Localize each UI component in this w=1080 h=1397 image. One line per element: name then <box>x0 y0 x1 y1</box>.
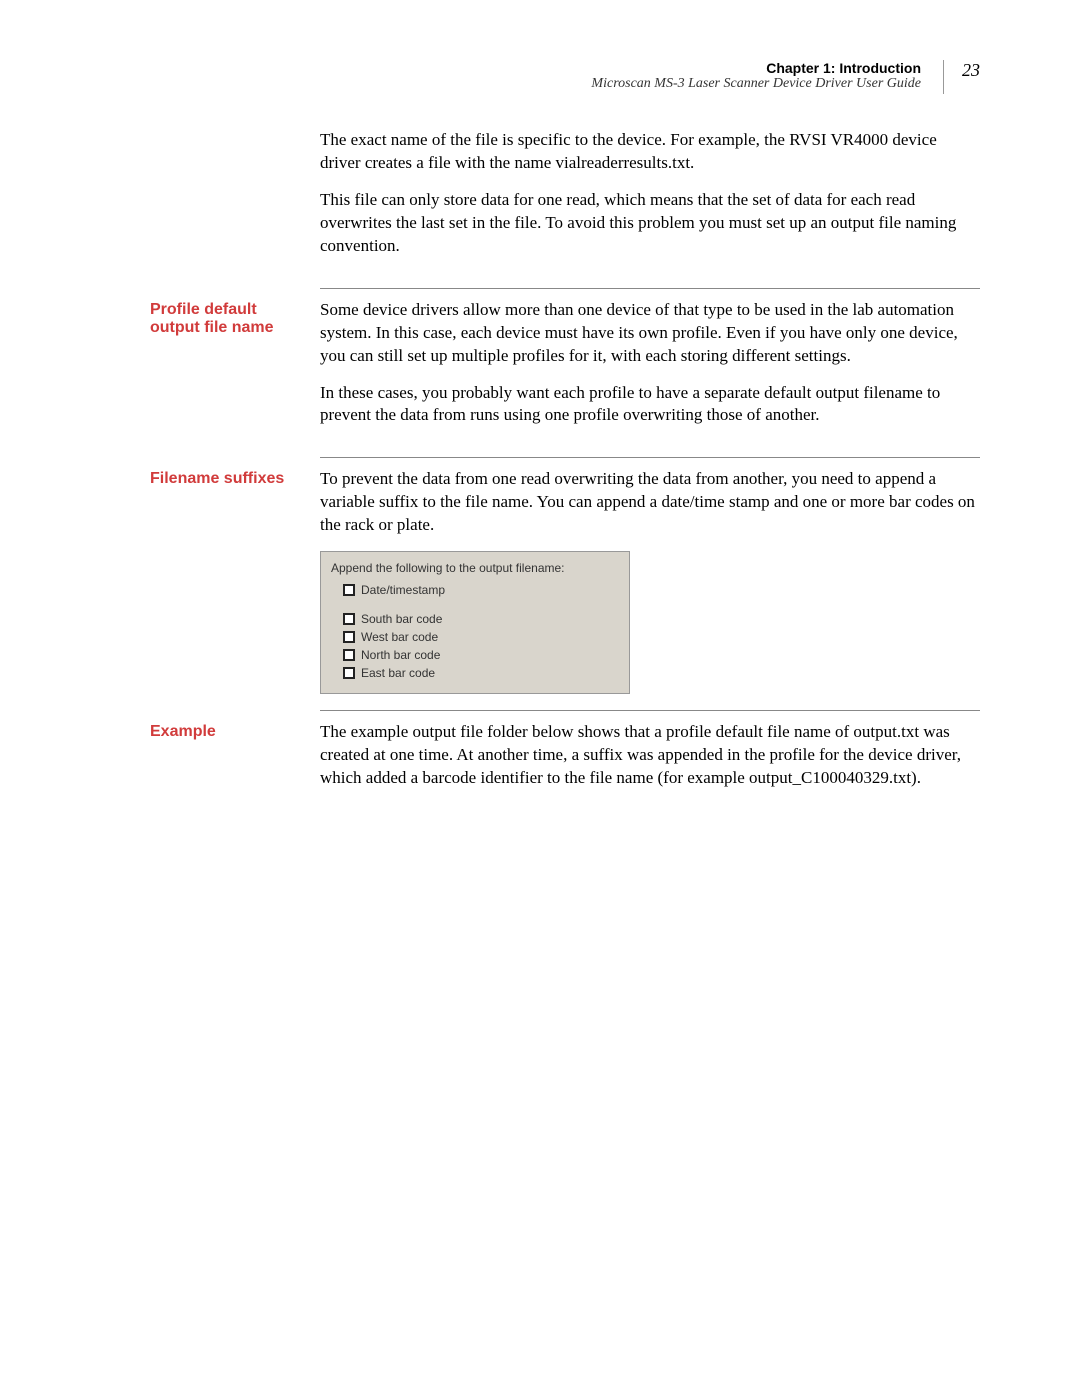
option-west-barcode[interactable]: West bar code <box>343 629 619 645</box>
option-label: East bar code <box>361 665 435 681</box>
option-south-barcode[interactable]: South bar code <box>343 611 619 627</box>
suffix-options-box: Append the following to the output filen… <box>320 551 630 694</box>
checkbox-icon <box>343 649 355 661</box>
example-label: Example <box>150 721 320 804</box>
body-paragraph: The example output file folder below sho… <box>320 721 980 790</box>
checkbox-icon <box>343 667 355 679</box>
body-paragraph: In these cases, you probably want each p… <box>320 382 980 428</box>
intro-section: The exact name of the file is specific t… <box>150 129 980 272</box>
page-number: 23 <box>962 60 980 80</box>
option-north-barcode[interactable]: North bar code <box>343 647 619 663</box>
section-divider <box>320 288 980 289</box>
body-paragraph: Some device drivers allow more than one … <box>320 299 980 368</box>
option-label: South bar code <box>361 611 442 627</box>
document-title: Microscan MS-3 Laser Scanner Device Driv… <box>591 76 921 92</box>
option-date-timestamp[interactable]: Date/timestamp <box>343 582 619 598</box>
profile-default-label: Profile default output file name <box>150 299 320 442</box>
option-label: West bar code <box>361 629 438 645</box>
filename-suffixes-section: Filename suffixes To prevent the data fr… <box>150 468 980 694</box>
options-box-title: Append the following to the output filen… <box>331 560 619 576</box>
body-paragraph: This file can only store data for one re… <box>320 189 980 258</box>
section-divider <box>320 710 980 711</box>
option-label: Date/timestamp <box>361 582 445 598</box>
filename-suffixes-label: Filename suffixes <box>150 468 320 694</box>
body-paragraph: The exact name of the file is specific t… <box>320 129 980 175</box>
option-east-barcode[interactable]: East bar code <box>343 665 619 681</box>
checkbox-icon <box>343 584 355 596</box>
section-divider <box>320 457 980 458</box>
checkbox-icon <box>343 613 355 625</box>
option-label: North bar code <box>361 647 440 663</box>
intro-label <box>150 129 320 272</box>
body-paragraph: To prevent the data from one read overwr… <box>320 468 980 537</box>
page-header: Chapter 1: Introduction Microscan MS-3 L… <box>150 60 980 94</box>
chapter-title: Chapter 1: Introduction <box>591 60 921 76</box>
example-section: Example The example output file folder b… <box>150 721 980 804</box>
profile-default-section: Profile default output file name Some de… <box>150 299 980 442</box>
checkbox-icon <box>343 631 355 643</box>
